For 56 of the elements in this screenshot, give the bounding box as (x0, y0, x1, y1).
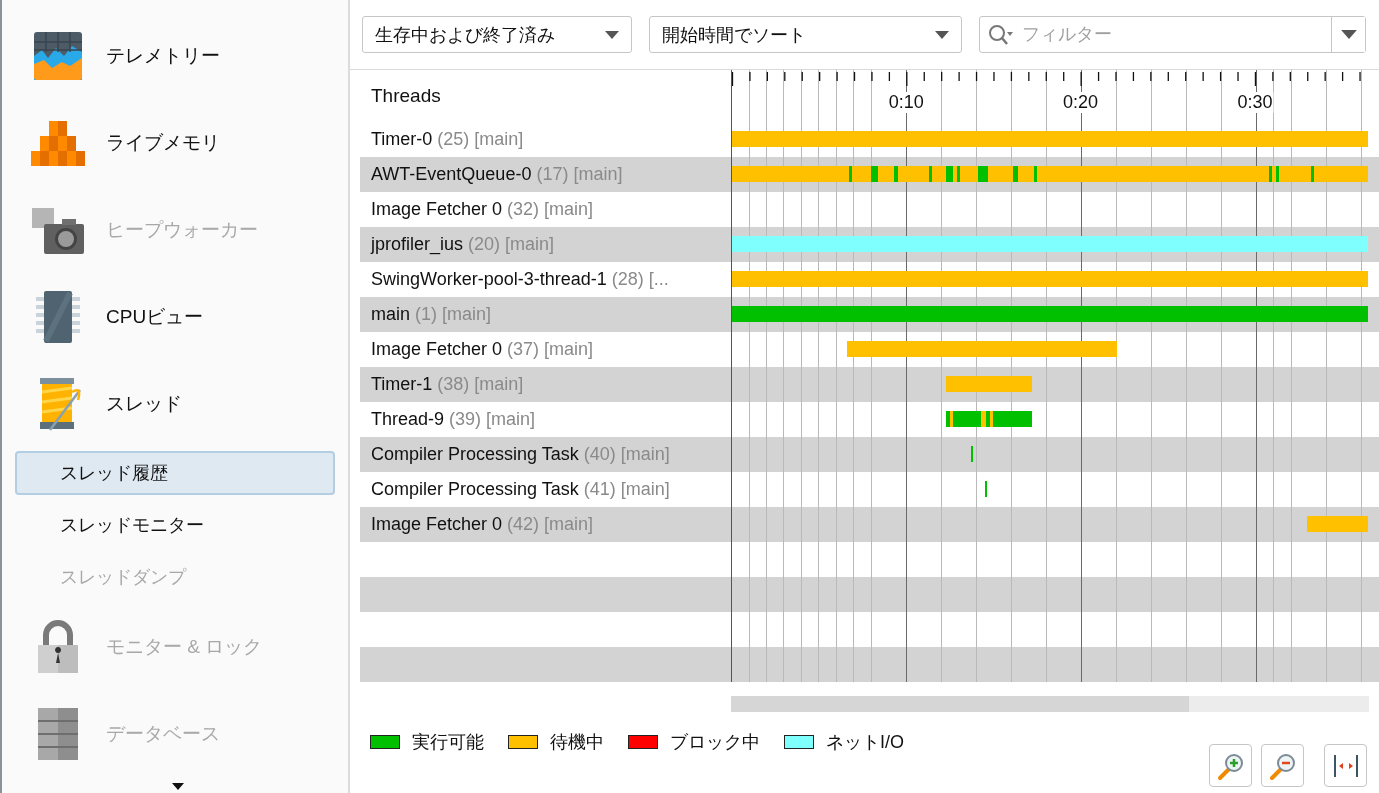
search-icon (988, 23, 1014, 46)
sidebar-item[interactable]: CPUビュー (106, 303, 204, 330)
thread-id-group: (41) [main] (583, 479, 670, 500)
thread-id-group: (17) [main] (536, 164, 623, 185)
filter-field[interactable]: フィルター (1014, 18, 1331, 51)
thread-filter-dropdown[interactable]: 生存中および終了済み (362, 16, 632, 53)
thread-id-group: (42) [main] (507, 514, 594, 535)
time-label: 0:10 (887, 92, 925, 113)
sort-dropdown[interactable]: 開始時間でソート (649, 16, 962, 53)
thread-name[interactable]: SwingWorker-pool-3-thread-1 (371, 269, 607, 290)
thread-id-group: (37) [main] (507, 339, 594, 360)
time-label: 0:30 (1236, 92, 1274, 113)
thread-name[interactable]: main (371, 304, 410, 325)
legend-label: ブロック中 (670, 731, 760, 754)
thread-name[interactable]: Timer-0 (371, 129, 433, 150)
thread-id-group: (25) [main] (437, 129, 524, 150)
thread-id-group: (32) [main] (507, 199, 594, 220)
caret-down-icon[interactable] (172, 783, 184, 790)
horizontal-scrollbar[interactable] (731, 696, 1369, 712)
fit-width-button[interactable] (1324, 744, 1367, 787)
zoom-in-button[interactable] (1209, 744, 1252, 787)
thread-name[interactable]: AWT-EventQueue-0 (371, 164, 532, 185)
thread-name[interactable]: Image Fetcher 0 (371, 514, 503, 535)
thread-name[interactable]: jprofiler_ius (371, 234, 464, 255)
sidebar-item[interactable]: テレメトリー (106, 42, 220, 69)
filter-box[interactable]: フィルター (979, 16, 1366, 53)
legend-label: 待機中 (550, 731, 604, 754)
thread-id-group: (1) [main] (415, 304, 492, 325)
zoom-out-button[interactable] (1261, 744, 1304, 787)
thread-id-group: (28) [... (611, 269, 669, 290)
thread-id-group: (20) [main] (468, 234, 555, 255)
filter-dropdown-button[interactable] (1331, 17, 1365, 52)
thread-name[interactable]: Compiler Processing Task (371, 444, 579, 465)
thread-state-bar-drawing (984, 481, 987, 497)
sidebar-view-item[interactable]: スレッド履歴 (15, 451, 335, 495)
thread-name[interactable]: Image Fetcher 0 (371, 199, 503, 220)
time-label: 0:20 (1062, 92, 1100, 113)
sidebar-item[interactable]: スレッド (106, 390, 182, 417)
caret-down-icon (935, 30, 949, 39)
caret-down-icon (1340, 30, 1357, 39)
thread-id-group: (40) [main] (583, 444, 670, 465)
thread-name[interactable]: Timer-1 (371, 374, 433, 395)
sidebar-view-item[interactable]: スレッドモニター (15, 503, 335, 547)
sidebar-item[interactable]: ライブメモリ (106, 129, 220, 156)
thread-name[interactable]: Image Fetcher 0 (371, 339, 503, 360)
legend-label: ネットI/O (826, 731, 904, 754)
column-header: Threads (371, 85, 441, 107)
thread-name[interactable]: Thread-9 (371, 409, 445, 430)
legend-label: 実行可能 (412, 731, 484, 754)
thread-state-bar-drawing (1307, 516, 1369, 532)
thread-name[interactable]: Compiler Processing Task (371, 479, 579, 500)
thread-id-group: (39) [main] (449, 409, 536, 430)
scrollbar-thumb[interactable] (731, 696, 1189, 712)
caret-down-icon (605, 30, 619, 39)
thread-id-group: (38) [main] (437, 374, 524, 395)
thread-state-bar-drawing (970, 446, 973, 462)
